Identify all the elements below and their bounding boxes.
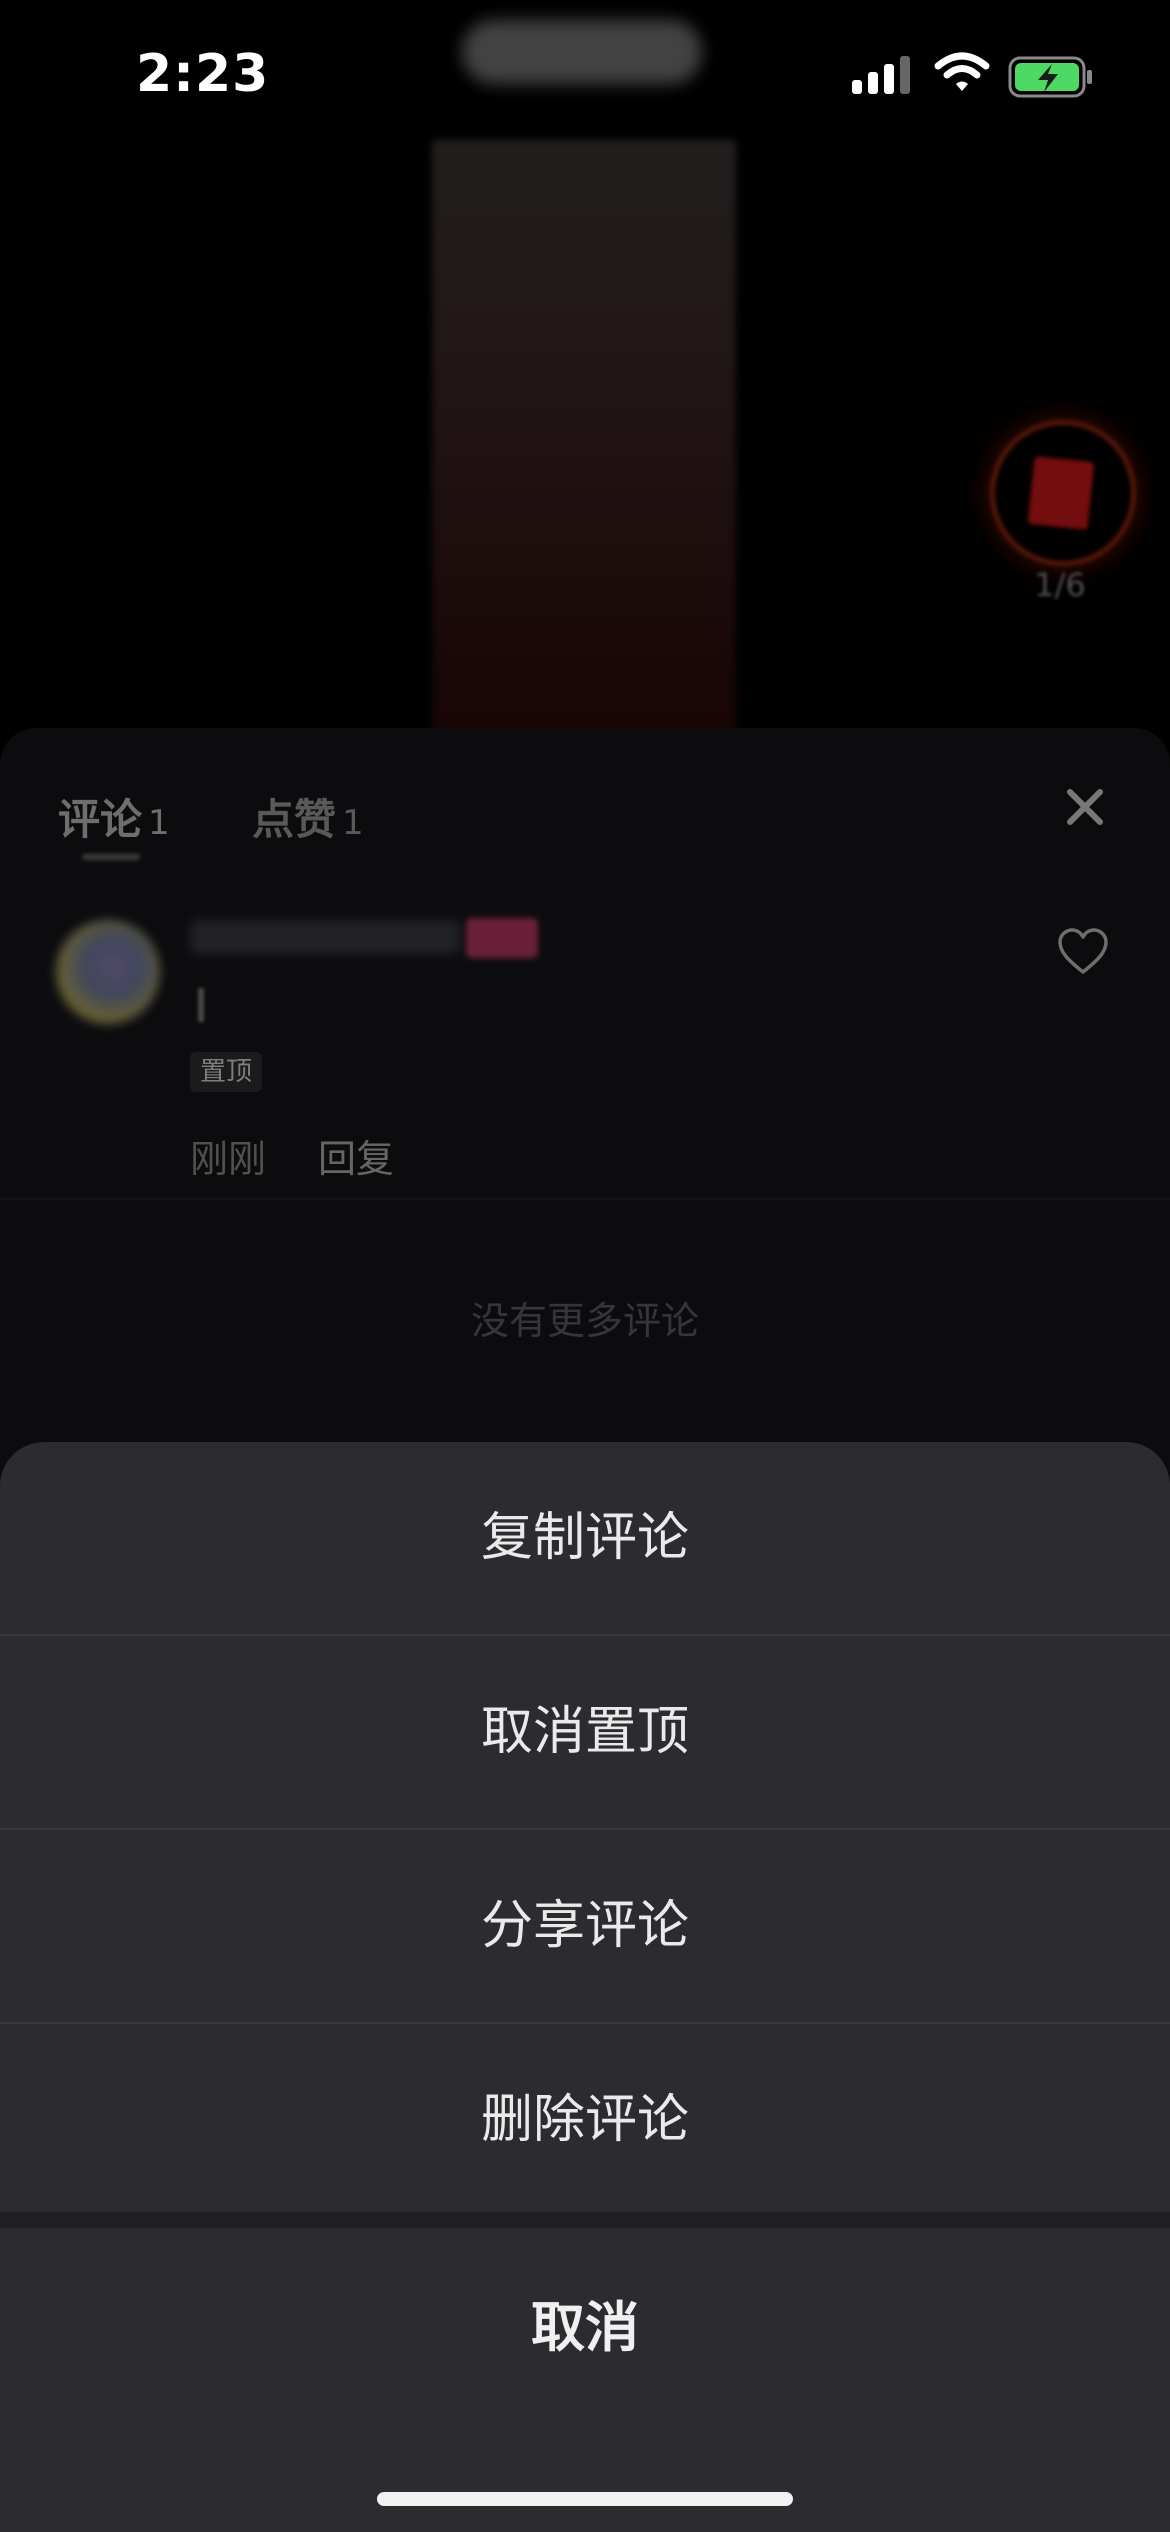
status-time: 2:23 xyxy=(136,44,270,104)
cancel-button[interactable]: 取消 xyxy=(0,2228,1170,2428)
section-gap xyxy=(0,2212,1170,2228)
wifi-icon xyxy=(934,52,990,91)
unpin-button[interactable]: 取消置顶 xyxy=(0,1636,1170,1828)
dynamic-island xyxy=(462,20,702,84)
copy-comment-button[interactable]: 复制评论 xyxy=(0,1442,1170,1634)
battery-charging-icon xyxy=(1008,56,1092,98)
screen: 2:23 1/6 评论 1 点赞 1 置顶 刚刚 回复 没有更多评论 复制评论 … xyxy=(0,0,1170,2532)
delete-comment-button[interactable]: 删除评论 xyxy=(0,2024,1170,2216)
action-sheet: 复制评论 取消置顶 分享评论 删除评论 取消 xyxy=(0,1442,1170,2532)
home-indicator[interactable] xyxy=(377,2492,793,2506)
status-bar: 2:23 xyxy=(0,0,1170,150)
cellular-signal-icon xyxy=(852,56,910,94)
share-comment-button[interactable]: 分享评论 xyxy=(0,1830,1170,2022)
